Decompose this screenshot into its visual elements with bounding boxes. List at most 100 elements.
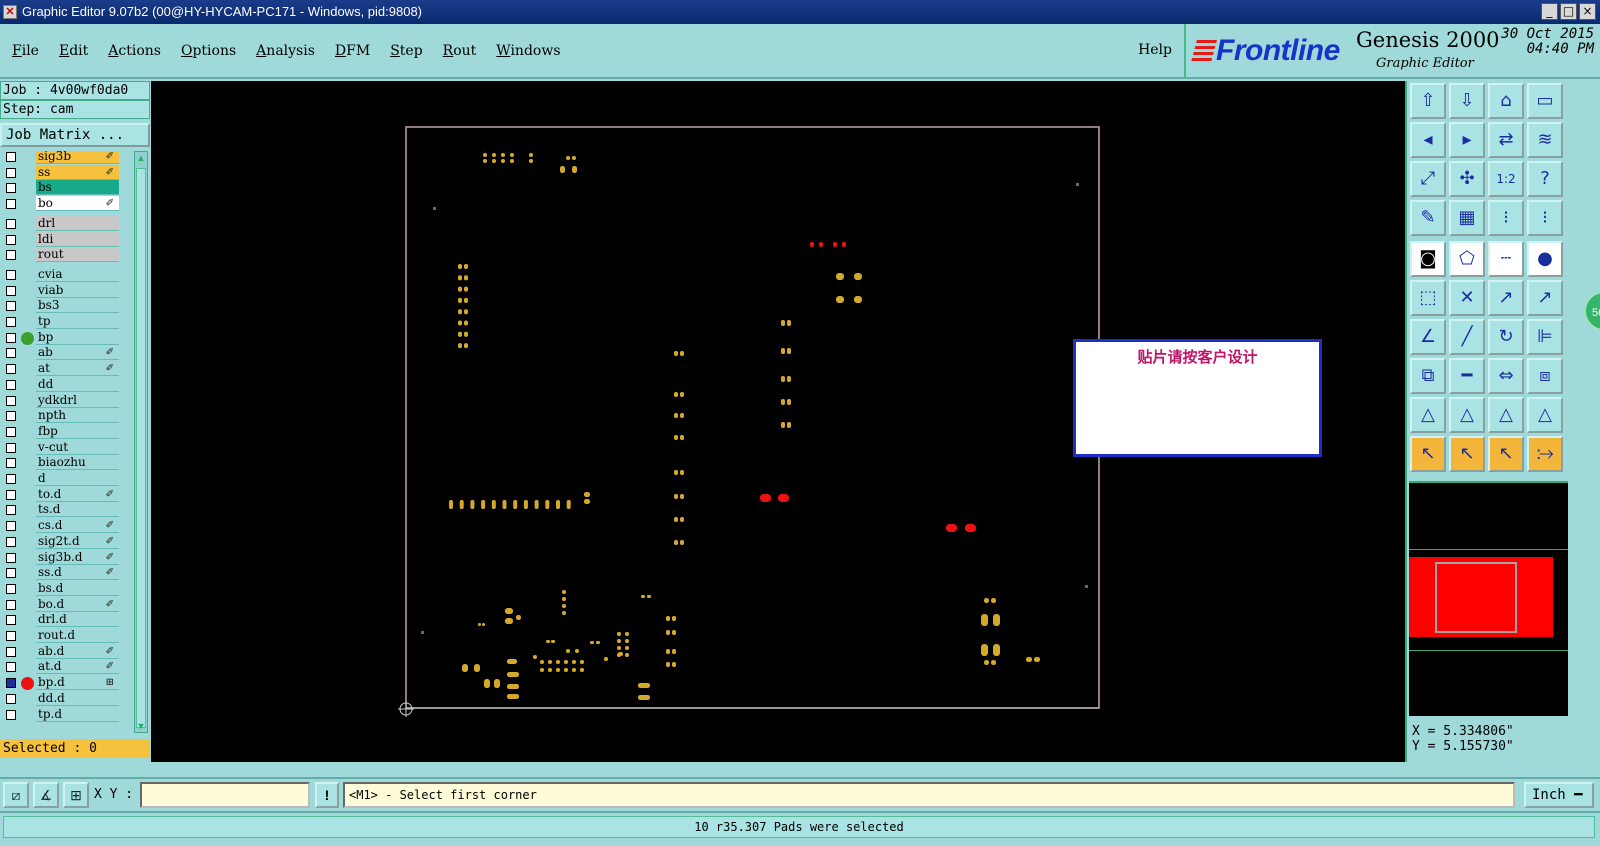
layer-row-bp.d[interactable]: bp.d ⊞ xyxy=(0,675,120,691)
pad[interactable] xyxy=(572,166,577,173)
layer-row-v-cut[interactable]: v-cut xyxy=(0,439,120,456)
slot-icon[interactable]: ━ xyxy=(1449,358,1485,394)
layer-checkbox[interactable] xyxy=(6,317,16,327)
pad[interactable] xyxy=(674,540,678,545)
overview-map[interactable] xyxy=(1409,481,1568,716)
layer-row-ss.d[interactable]: ss.d ✐ xyxy=(0,565,120,581)
layer-row-dd[interactable]: dd xyxy=(0,376,120,393)
layer-row-cvia[interactable]: cvia xyxy=(0,266,120,283)
pad[interactable] xyxy=(1034,657,1040,662)
layer-name[interactable]: cs.d ✐ xyxy=(36,518,119,534)
layer-name[interactable]: to.d ✐ xyxy=(36,486,119,502)
layer-checkbox[interactable] xyxy=(6,301,16,312)
layer-name[interactable]: ydkdrl xyxy=(36,392,119,408)
pad[interactable] xyxy=(540,660,544,664)
pad[interactable] xyxy=(556,660,560,664)
layer-name[interactable]: biaozhu xyxy=(36,455,119,471)
route-icon[interactable]: ⧴ xyxy=(1527,436,1563,472)
pad[interactable] xyxy=(993,644,1000,656)
pad[interactable] xyxy=(449,500,453,509)
pad[interactable] xyxy=(510,153,514,157)
scroll-up-icon[interactable]: ▲ xyxy=(135,152,147,164)
layer-row-bs[interactable]: bs xyxy=(0,180,120,196)
layer-checkbox[interactable] xyxy=(6,678,16,689)
xy-input[interactable] xyxy=(140,782,310,808)
pad[interactable] xyxy=(781,320,785,326)
pad[interactable] xyxy=(459,500,464,509)
pad[interactable] xyxy=(1026,657,1032,662)
pad[interactable] xyxy=(482,623,485,626)
layer-checkbox[interactable] xyxy=(6,395,16,406)
layer-name[interactable]: dd xyxy=(36,376,119,392)
triangle-a-icon[interactable]: △ xyxy=(1488,397,1524,433)
line-icon[interactable]: ∠ xyxy=(1410,319,1446,355)
pad[interactable] xyxy=(991,598,996,603)
pad[interactable] xyxy=(564,668,568,672)
pad[interactable] xyxy=(464,275,468,281)
layer-name[interactable]: at ✐ xyxy=(36,361,119,377)
layer-row-drl.d[interactable]: drl.d xyxy=(0,612,120,628)
layer-row-dd.d[interactable]: dd.d xyxy=(0,690,120,707)
layer-checkbox[interactable] xyxy=(6,552,16,563)
pad[interactable] xyxy=(584,499,590,504)
layer-row-to.d[interactable]: to.d ✐ xyxy=(0,486,120,503)
pad[interactable] xyxy=(680,435,684,440)
pad[interactable] xyxy=(787,320,791,326)
pad[interactable] xyxy=(562,590,566,594)
menu-rout[interactable]: Rout xyxy=(443,43,477,59)
layer-checkbox[interactable] xyxy=(6,426,16,437)
layer-row-rout.d[interactable]: rout.d xyxy=(0,628,120,644)
pad[interactable] xyxy=(854,273,862,280)
layer-row-npth[interactable]: npth xyxy=(0,408,120,424)
layer-checkbox[interactable] xyxy=(6,411,16,422)
pad[interactable] xyxy=(641,595,645,598)
layer-name[interactable]: npth xyxy=(36,408,119,424)
layer-checkbox[interactable] xyxy=(6,167,16,178)
pad[interactable] xyxy=(501,159,505,163)
layer-row-bo.d[interactable]: bo.d ✐ xyxy=(0,596,120,613)
layer-name[interactable]: ab.d ✐ xyxy=(36,643,119,659)
layer-name[interactable]: rout.d xyxy=(36,628,119,643)
pad[interactable] xyxy=(572,668,576,672)
pad[interactable] xyxy=(484,679,490,688)
pad[interactable] xyxy=(981,644,988,656)
pad[interactable] xyxy=(672,649,676,654)
layer-row-ldi[interactable]: ldi xyxy=(0,231,120,248)
layer-name[interactable]: drl.d xyxy=(36,612,119,628)
layer-row-bs3[interactable]: bs3 xyxy=(0,298,120,314)
layer-name[interactable]: sig2t.d ✐ xyxy=(36,533,119,549)
pad[interactable] xyxy=(672,616,676,621)
pad[interactable] xyxy=(464,264,468,269)
pad[interactable] xyxy=(836,273,844,280)
layer-checkbox[interactable] xyxy=(6,536,16,547)
layer-checkbox[interactable] xyxy=(6,234,16,245)
layer-name[interactable]: tp.d xyxy=(36,706,119,722)
pad[interactable] xyxy=(566,156,570,160)
fiducial-mark[interactable] xyxy=(433,207,436,210)
layer-name[interactable]: sig3b.d ✐ xyxy=(36,549,119,565)
pad[interactable] xyxy=(516,615,521,620)
pad[interactable] xyxy=(984,660,989,665)
layer-work-dot-icon[interactable] xyxy=(21,677,34,691)
pad[interactable] xyxy=(470,500,475,509)
pad[interactable] xyxy=(474,664,480,672)
zoom-mirror-icon[interactable]: ⇄ xyxy=(1488,122,1524,158)
pad[interactable] xyxy=(854,296,862,303)
maximize-button[interactable]: □ xyxy=(1560,3,1577,20)
pad[interactable] xyxy=(842,242,846,247)
layer-row-biaozhu[interactable]: biaozhu xyxy=(0,455,120,471)
triangle-up-icon[interactable]: △ xyxy=(1449,397,1485,433)
resize-icon[interactable]: ⧉ xyxy=(1410,358,1446,394)
pad[interactable] xyxy=(464,331,468,337)
pad[interactable] xyxy=(462,664,468,672)
layer-name[interactable]: bs xyxy=(36,180,119,196)
pad[interactable] xyxy=(464,343,468,349)
pad[interactable] xyxy=(991,660,996,665)
copy-icon[interactable]: ↗ xyxy=(1527,280,1563,316)
pan-right-icon[interactable]: ▸ xyxy=(1449,122,1485,158)
grid-icon[interactable]: ▦ xyxy=(1449,200,1485,236)
layer-name[interactable]: at.d ✐ xyxy=(36,659,119,675)
menu-options[interactable]: Options xyxy=(181,43,236,59)
layer-name[interactable]: ss.d ✐ xyxy=(36,565,119,581)
triangle-b-icon[interactable]: △ xyxy=(1527,397,1563,433)
